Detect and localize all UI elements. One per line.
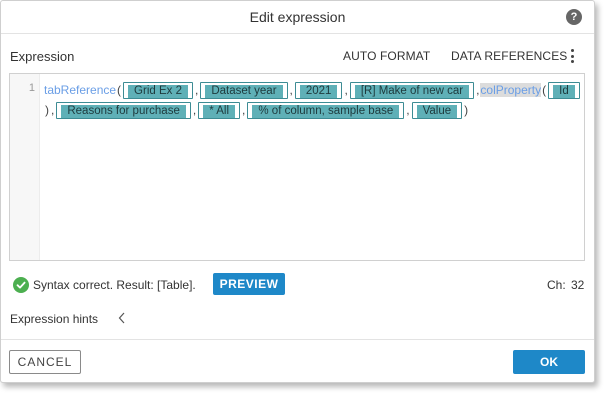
token-label: Dataset year xyxy=(205,85,283,99)
expression-code[interactable]: tabReference(Grid Ex 2, Dataset year, 2021… xyxy=(44,80,582,120)
reference-token[interactable]: Reasons for purchase xyxy=(56,102,191,120)
dialog-footer: CANCEL OK xyxy=(1,339,594,384)
line-gutter: 1 xyxy=(10,74,40,260)
expression-header: Expression AUTO FORMAT DATA REFERENCES xyxy=(1,42,594,70)
nested-function-name[interactable]: colProperty xyxy=(480,83,542,97)
token-label: [R] Make of new car xyxy=(354,85,470,99)
token-label: Grid Ex 2 xyxy=(128,85,188,99)
reference-token[interactable]: [R] Make of new car xyxy=(349,82,475,100)
more-options-icon[interactable] xyxy=(568,48,576,64)
status-row: Syntax correct. Result: [Table]. PREVIEW… xyxy=(1,271,594,297)
comma: , xyxy=(406,103,410,117)
reference-token[interactable]: Dataset year xyxy=(200,82,288,100)
token-label: * All xyxy=(203,105,236,119)
comma: , xyxy=(289,83,293,97)
token-label: Value xyxy=(416,105,458,119)
token-label: 2021 xyxy=(299,85,338,99)
data-references-button[interactable]: DATA REFERENCES xyxy=(451,49,567,63)
expression-label: Expression xyxy=(10,49,75,64)
character-position-label: Ch: xyxy=(547,278,566,292)
reference-token[interactable]: * All xyxy=(198,102,241,120)
comma: , xyxy=(192,103,197,117)
reference-token[interactable]: Id xyxy=(548,82,580,100)
dialog-titlebar: Edit expression ? xyxy=(1,1,594,34)
reference-token[interactable]: 2021 xyxy=(294,82,343,100)
comma: , xyxy=(51,103,55,117)
edit-expression-dialog: Edit expression ? Expression AUTO FORMAT… xyxy=(0,0,595,383)
reference-token[interactable]: Grid Ex 2 xyxy=(123,82,193,100)
comma: , xyxy=(476,83,480,97)
check-circle-icon xyxy=(13,277,29,293)
cancel-button[interactable]: CANCEL xyxy=(9,350,81,374)
comma: , xyxy=(194,83,199,97)
token-label: % of column, sample base xyxy=(252,105,400,119)
close-paren: ) xyxy=(464,103,469,117)
token-label: Reasons for purchase xyxy=(61,105,186,119)
reference-token[interactable]: % of column, sample base xyxy=(247,102,405,120)
line-number: 1 xyxy=(28,82,35,94)
chevron-left-icon[interactable] xyxy=(117,311,127,325)
syntax-status-text: Syntax correct. Result: [Table]. xyxy=(33,278,196,292)
comma: , xyxy=(242,103,246,117)
comma: , xyxy=(344,83,348,97)
expression-hints-toggle[interactable]: Expression hints xyxy=(1,309,594,329)
reference-token[interactable]: Value xyxy=(411,102,463,120)
close-paren: ) xyxy=(45,103,49,117)
dialog-title: Edit expression xyxy=(249,9,346,25)
preview-button[interactable]: PREVIEW xyxy=(213,273,285,295)
ok-button[interactable]: OK xyxy=(513,350,585,374)
open-paren: ( xyxy=(117,83,122,97)
expression-editor[interactable]: 1 tabReference(Grid Ex 2, Dataset year, 20… xyxy=(9,73,585,261)
auto-format-button[interactable]: AUTO FORMAT xyxy=(343,49,430,63)
character-position-value: 32 xyxy=(571,278,585,292)
help-icon[interactable]: ? xyxy=(566,9,582,25)
open-paren: ( xyxy=(542,83,547,97)
expression-hints-label: Expression hints xyxy=(10,312,99,326)
token-label: Id xyxy=(553,85,575,99)
function-name[interactable]: tabReference xyxy=(44,83,116,97)
